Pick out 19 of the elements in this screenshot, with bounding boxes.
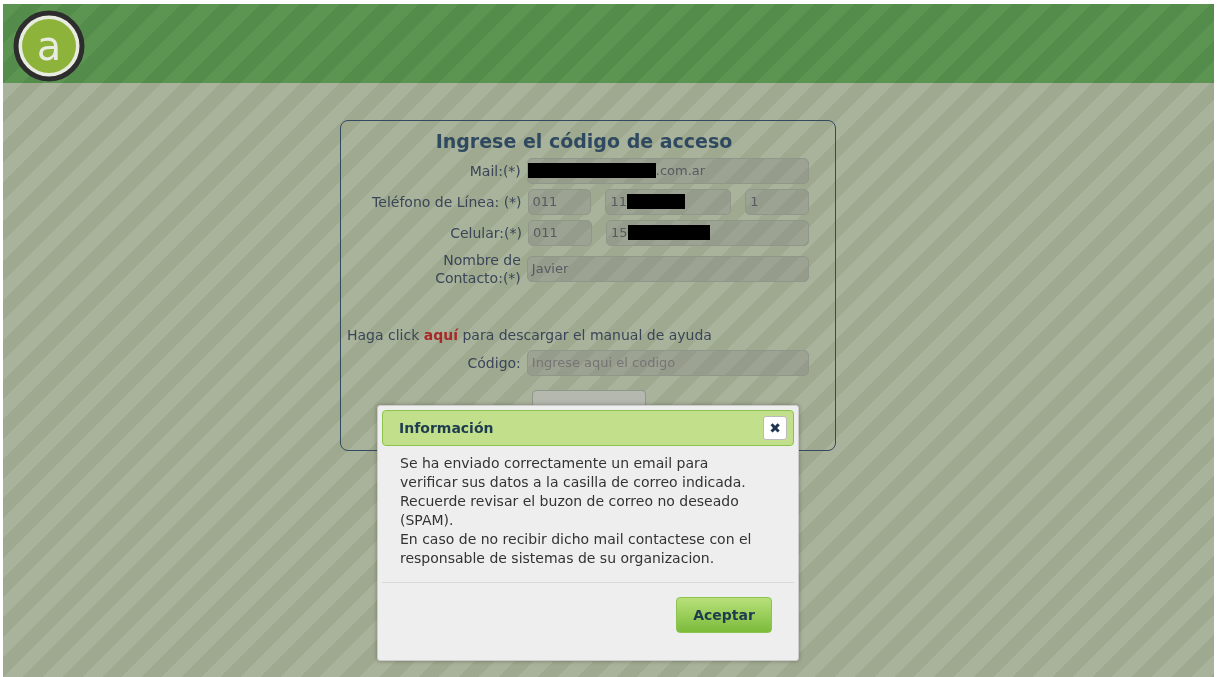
input-field[interactable]: 11 (605, 188, 732, 215)
field-label: Teléfono de Línea: (*) (372, 192, 522, 211)
field-label: Nombre de Contacto:(*) (435, 250, 521, 287)
dialog-title: Información (399, 418, 494, 438)
input-field[interactable]: .com.ar (526, 157, 809, 184)
input-field[interactable]: 011 (527, 188, 592, 215)
input-field[interactable]: 15 (606, 219, 809, 246)
input-field[interactable]: 1 (745, 188, 809, 215)
field-label: Celular:(*) (450, 223, 522, 242)
form-title: Ingrese el código de acceso (434, 129, 734, 154)
input-field[interactable]: Javier (526, 255, 809, 282)
field-label: Código: (467, 353, 521, 372)
accept-button[interactable]: Aceptar (676, 597, 772, 633)
dialog-message: Se ha enviado correctamente un email para verificar sus datos a la casilla de correo indicada. Recuerde revisar el buzon de correo no deseado (SPAM). En caso de no recibir dicho mail contactese con el responsable de sistemas de su organizacion. (399, 454, 753, 568)
input-field[interactable]: 011 (528, 219, 592, 246)
help-text: Haga click aquí para descargar el manual de ayuda (347, 325, 713, 345)
logo-icon: a (13, 10, 85, 82)
field-label: Mail:(*) (469, 161, 521, 180)
close-button[interactable]: ✖ (763, 416, 787, 440)
